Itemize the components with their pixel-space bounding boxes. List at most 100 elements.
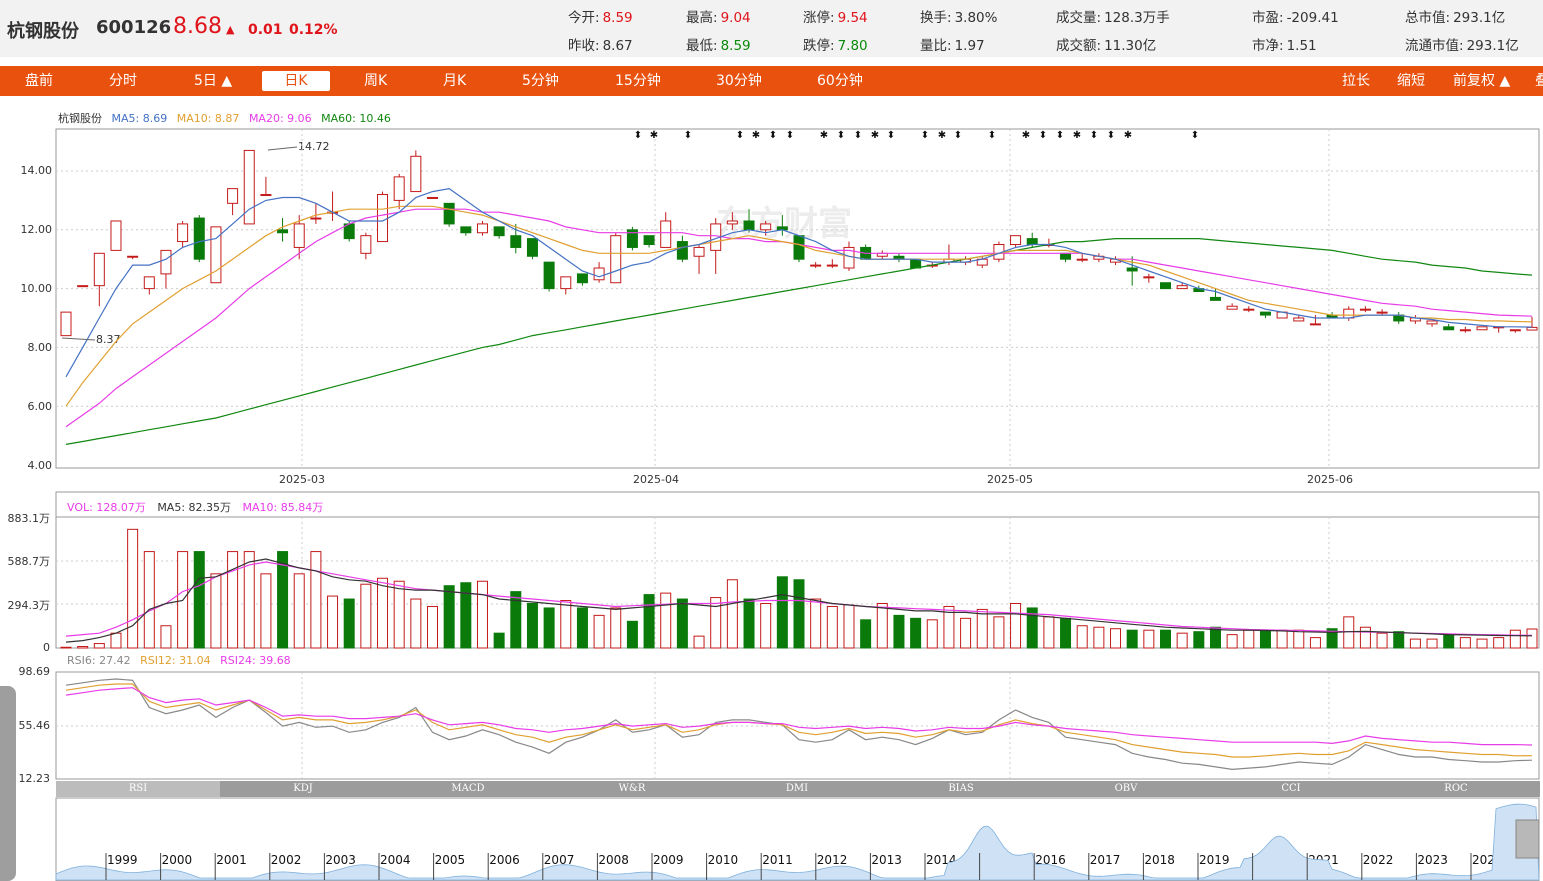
event-marker: ⬍ [1191, 130, 1199, 141]
event-marker: ✱ [871, 130, 879, 141]
volume-bar [660, 592, 672, 649]
volume-bar [260, 573, 272, 649]
volume-bar [776, 576, 788, 649]
candle-body [393, 176, 405, 201]
candle-body [660, 220, 672, 248]
volume-bar [1409, 638, 1421, 649]
candle-body [1226, 305, 1238, 310]
volume-bar [360, 583, 372, 649]
volume-bar [1076, 625, 1088, 649]
volume-bar [726, 579, 738, 649]
candle-body [1143, 276, 1155, 279]
candle-body [177, 223, 189, 243]
candle-body [676, 241, 688, 260]
low-marker-line [61, 337, 96, 341]
event-marker: ⬍ [736, 130, 744, 141]
candle-body [410, 155, 422, 193]
ma60-line [65, 238, 1533, 445]
volume-bar [160, 625, 172, 649]
event-marker: ✱ [650, 130, 658, 141]
candle-body [127, 255, 139, 258]
rsi6-line [65, 678, 1533, 771]
candle-body [760, 223, 772, 231]
volume-bar [1209, 626, 1221, 649]
volume-bar [1526, 628, 1538, 649]
volume-bar [193, 551, 205, 649]
volume-bar [410, 598, 422, 649]
candle-body [277, 229, 289, 234]
candle-body [1176, 285, 1188, 290]
candle-body [1010, 235, 1022, 245]
event-marker: ⬍ [854, 130, 862, 141]
candle-body [60, 311, 72, 337]
kline-panel-frame [55, 128, 1540, 469]
volume-bar [976, 608, 988, 649]
event-marker: ⬍ [921, 130, 929, 141]
volume-bar [1476, 638, 1488, 649]
volume-bar [926, 619, 938, 649]
volume-bar [327, 595, 339, 649]
volume-bar [1243, 629, 1255, 649]
event-marker: ✱ [820, 130, 828, 141]
candle-body [1443, 326, 1455, 331]
candle-body [1209, 296, 1221, 301]
candle-body [443, 202, 455, 225]
event-marker: ⬍ [887, 130, 895, 141]
candle-body [1359, 308, 1371, 311]
candle-body [526, 238, 538, 257]
volume-bar [1426, 638, 1438, 649]
volume-bar [860, 619, 872, 649]
event-marker: ⬍ [769, 130, 777, 141]
candle-body [1160, 282, 1171, 290]
volume-bar [1276, 629, 1288, 649]
candle-body [227, 188, 239, 204]
candle-body [1476, 326, 1488, 331]
candle-body [810, 264, 822, 267]
candle-body [610, 235, 622, 284]
volume-bar [1509, 629, 1521, 649]
volume-bar [1493, 637, 1505, 649]
rsi12-line [65, 683, 1533, 758]
candle-body [476, 223, 488, 234]
candle-body [160, 249, 172, 275]
volume-bar [393, 580, 405, 649]
volume-bar [643, 594, 655, 649]
volume-bar [760, 602, 772, 649]
event-marker: ✱ [752, 130, 760, 141]
volume-bar [377, 577, 389, 649]
candle-body [1459, 329, 1471, 332]
event-marker: ⬍ [954, 130, 962, 141]
high-marker-line [267, 146, 298, 151]
volume-bar [593, 614, 605, 649]
candle-body [143, 276, 155, 290]
volume-bar [1176, 632, 1188, 649]
volume-bar [693, 635, 705, 649]
volume-bar [993, 616, 1005, 649]
candle-body [743, 220, 755, 231]
event-marker: ✱ [1022, 130, 1030, 141]
candle-body [293, 223, 305, 248]
candle-body [310, 217, 322, 220]
volume-bar [543, 607, 555, 649]
event-marker: ⬍ [988, 130, 996, 141]
volume-bar [1293, 629, 1305, 649]
volume-bar [293, 573, 305, 649]
volume-bar [610, 607, 622, 649]
volume-bar [210, 573, 222, 649]
volume-legend-frame [55, 491, 1540, 518]
volume-bar [1443, 634, 1455, 649]
kline-chart-canvas[interactable]: ⬍ ✱ ⬍ ⬍ ✱ ⬍ ⬍ ✱ ⬍ ⬍ ✱ ⬍ ⬍ ✱ ⬍ ⬍ ✱ ⬍ ⬍ ✱ ⬍ ⬍ ✱ ⬍ [0, 0, 1543, 881]
volume-bar [676, 598, 688, 649]
rsi24-line [65, 687, 1533, 746]
candle-body [110, 220, 122, 251]
event-marker: ⬍ [1090, 130, 1098, 141]
event-marker: ⬍ [786, 130, 794, 141]
volume-bar [493, 632, 505, 649]
volume-bar [1376, 632, 1388, 649]
volume-bar [93, 643, 105, 649]
volume-bar [1459, 637, 1471, 649]
candle-body [93, 252, 105, 287]
ma5-line [65, 187, 1533, 378]
volume-bar [1259, 629, 1271, 649]
volume-bar [1359, 626, 1371, 649]
